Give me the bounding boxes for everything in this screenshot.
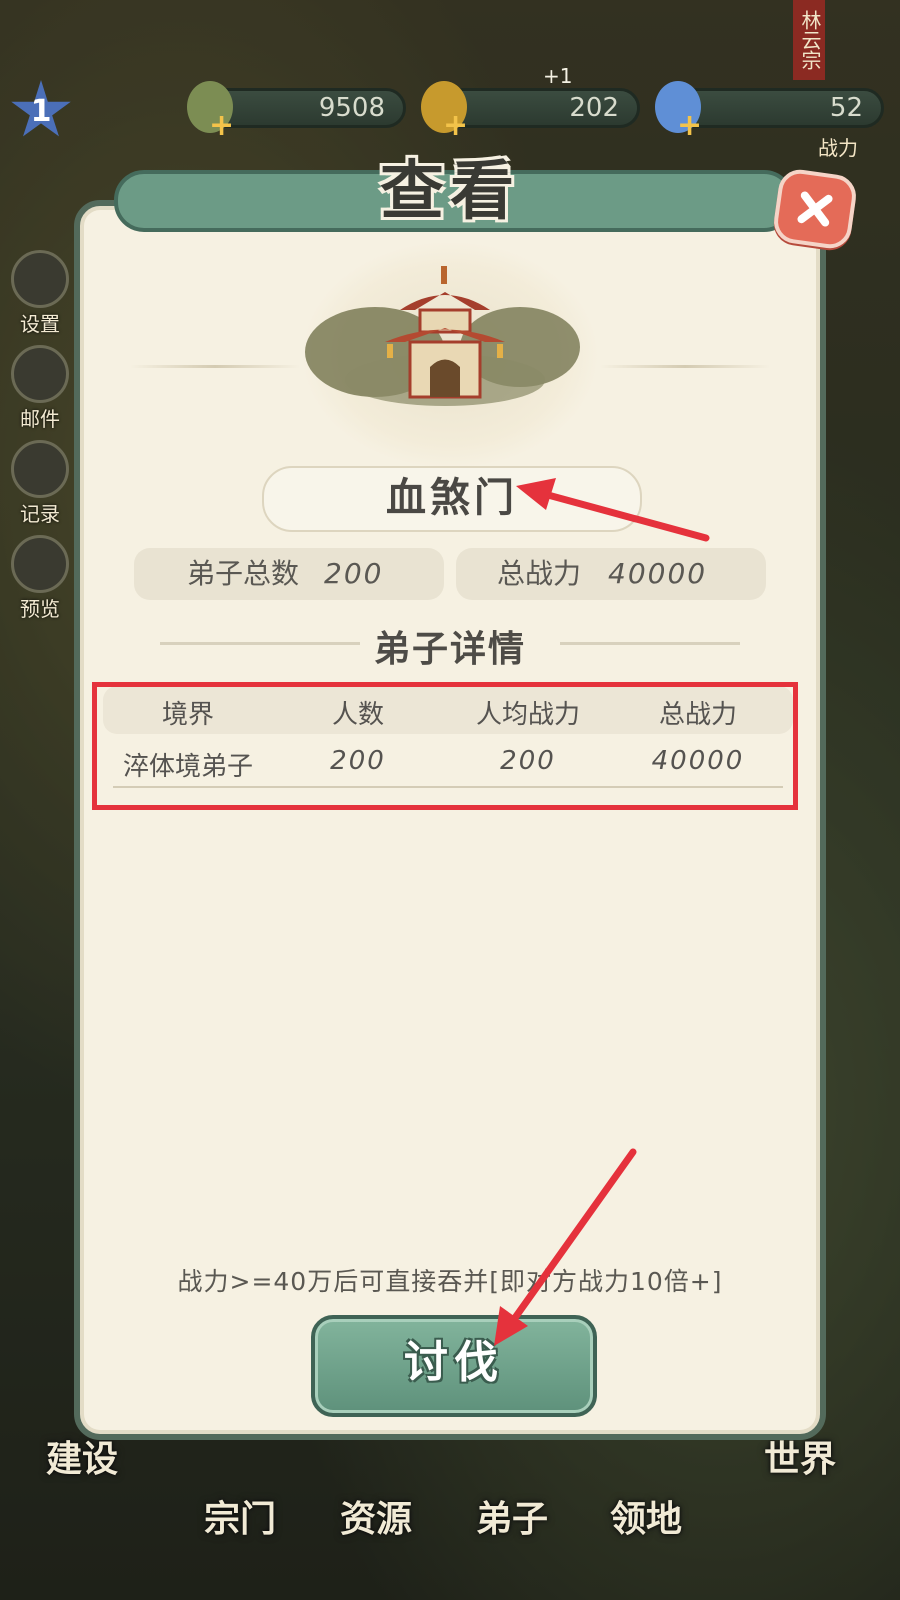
resource-crystal-value: 52 <box>829 93 863 123</box>
side-label-mail: 邮件 <box>20 407 60 431</box>
side-item-mail[interactable]: 邮件 <box>10 345 70 440</box>
total-power-box: 总战力 40000 <box>456 548 766 600</box>
total-power-label: 总战力 <box>496 557 581 590</box>
dialog-header: 查看 <box>74 140 826 232</box>
ore-bonus: +1 <box>543 64 573 88</box>
side-item-preview[interactable]: 预览 <box>10 535 70 630</box>
nav-territory[interactable]: 领地 <box>610 1490 682 1542</box>
section-title: 弟子详情 <box>373 629 526 670</box>
total-power-value: 40000 <box>608 557 708 590</box>
side-label-settings: 设置 <box>20 312 60 336</box>
attack-button[interactable]: 讨伐 <box>311 1315 597 1417</box>
gear-icon <box>11 250 69 308</box>
dialog-title: 查看 <box>380 155 520 229</box>
pagoda-icon <box>305 266 580 406</box>
total-disciples-label: 弟子总数 <box>186 557 299 590</box>
side-item-record[interactable]: 记录 <box>10 440 70 535</box>
top-bar: 1 + 9508 + 202 +1 + 52 林云宗 战力 <box>0 0 900 160</box>
emblem-ornament-left <box>130 365 300 368</box>
mail-icon <box>11 345 69 403</box>
close-icon <box>797 191 833 227</box>
resource-crystal[interactable]: + 52 <box>655 81 884 141</box>
clan-tag: 林云宗 <box>793 0 825 80</box>
nav-disciples[interactable]: 弟子 <box>476 1490 548 1542</box>
side-menu: 设置 邮件 记录 预览 <box>10 250 70 630</box>
side-label-record: 记录 <box>20 502 60 526</box>
annotation-highlight-box <box>92 682 798 810</box>
add-crystal-icon[interactable]: + <box>677 111 702 141</box>
nav-sect[interactable]: 宗门 <box>204 1490 276 1542</box>
record-icon <box>11 440 69 498</box>
resource-ore-value: 202 <box>569 93 619 123</box>
resource-ore[interactable]: + 202 <box>421 81 640 141</box>
merge-hint: 战力>=40万后可直接吞并[即对方战力10倍+] <box>177 1267 723 1296</box>
sect-name: 血煞门 <box>262 466 642 532</box>
close-button[interactable] <box>771 166 859 252</box>
resource-herb-value: 9508 <box>318 93 385 123</box>
add-herb-icon[interactable]: + <box>209 111 234 141</box>
side-item-settings[interactable]: 设置 <box>10 250 70 345</box>
resource-herb[interactable]: + 9508 <box>187 81 406 141</box>
level-badge[interactable]: 1 <box>11 80 71 137</box>
side-label-preview: 预览 <box>20 597 60 621</box>
bottom-nav: 建设 宗门 资源 弟子 领地 世界 <box>0 1420 900 1600</box>
emblem-ornament-right <box>600 365 770 368</box>
add-ore-icon[interactable]: + <box>443 111 468 141</box>
total-disciples-box: 弟子总数 200 <box>134 548 444 600</box>
total-disciples-value: 200 <box>324 557 384 590</box>
nav-resources[interactable]: 资源 <box>340 1490 412 1542</box>
preview-icon <box>11 535 69 593</box>
